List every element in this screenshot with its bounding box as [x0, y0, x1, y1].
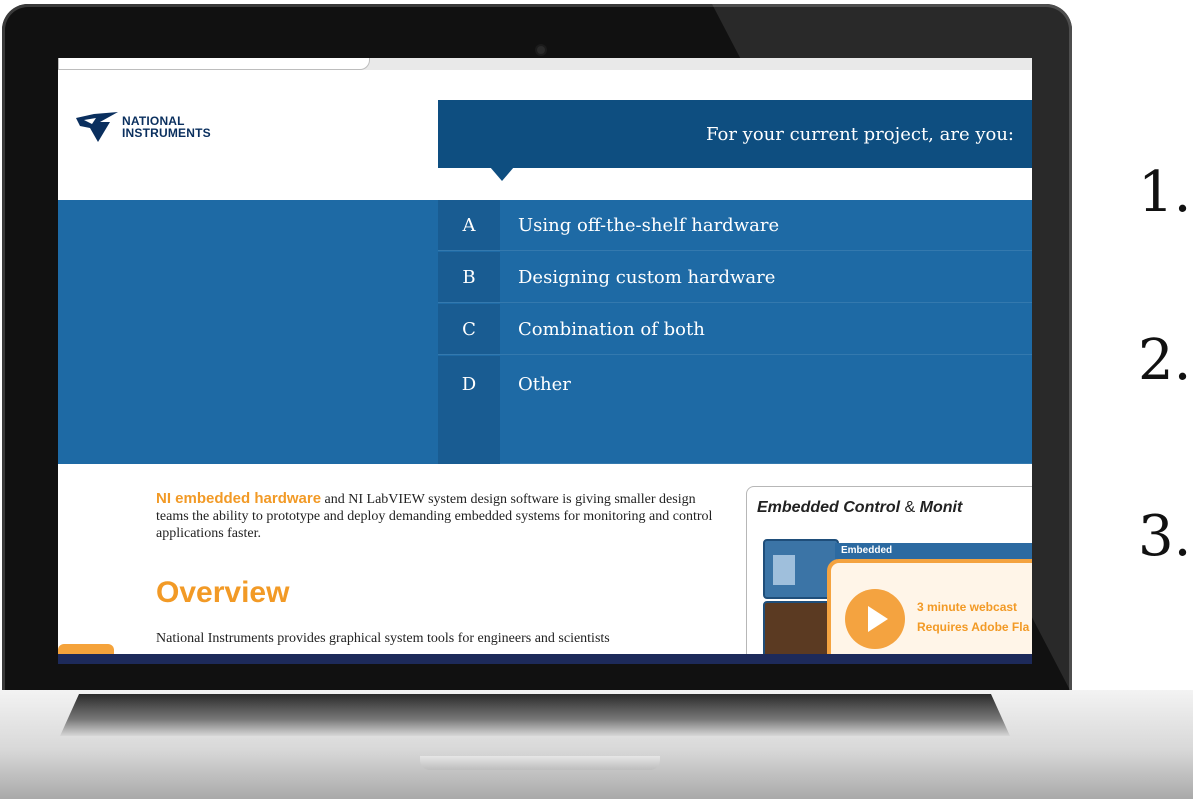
webcast-panel: Embedded Control & Monit Embedded 3 minu… — [746, 486, 1032, 664]
option-b[interactable]: B Designing custom hardware — [438, 252, 1032, 303]
panel-title: Embedded Control & Monit — [757, 499, 962, 517]
question-header: For your current project, are you: — [438, 100, 1032, 168]
overview-text: National Instruments provides graphical … — [156, 631, 610, 646]
browser-tab[interactable] — [58, 58, 370, 70]
option-a[interactable]: A Using off-the-shelf hardware — [438, 200, 1032, 251]
browser-tabstrip — [58, 58, 1032, 70]
intro-paragraph: NI embedded hardware and NI LabVIEW syst… — [156, 490, 728, 542]
number-1: 1. — [1138, 160, 1192, 225]
panel-title-bold-2: Monit — [919, 499, 963, 516]
webcast-duration: 3 minute webcast — [917, 600, 1018, 614]
webcast-requirement: Requires Adobe Fla — [917, 620, 1030, 634]
ni-logo[interactable]: NATIONAL INSTRUMENTS — [76, 112, 211, 142]
laptop-notch — [420, 756, 660, 770]
play-icon[interactable] — [845, 589, 905, 649]
question-pointer — [490, 167, 514, 181]
option-label: Designing custom hardware — [518, 266, 776, 288]
question-title: For your current project, are you: — [705, 124, 1014, 145]
panel-title-bold: Embedded Control — [757, 499, 901, 516]
option-label: Other — [518, 374, 571, 395]
intro-highlight-link[interactable]: NI embedded hardware — [156, 490, 321, 507]
panel-title-amp: & — [900, 499, 920, 516]
option-letter: B — [438, 252, 500, 302]
option-letter: C — [438, 304, 500, 354]
option-label: Using off-the-shelf hardware — [518, 214, 780, 236]
logo-line-2: INSTRUMENTS — [122, 126, 211, 140]
overview-heading: Overview — [156, 576, 290, 609]
eagle-logo-icon — [76, 112, 118, 142]
webcam-icon — [537, 46, 545, 54]
option-letter: D — [438, 356, 500, 464]
device-image — [773, 555, 795, 585]
option-label: Combination of both — [518, 318, 705, 340]
webcast-info: 3 minute webcast Requires Adobe Fla — [917, 597, 1029, 637]
number-2: 2. — [1138, 328, 1192, 393]
laptop-keyboard-edge — [60, 694, 1010, 736]
answer-options: A Using off-the-shelf hardware B Designi… — [438, 200, 1032, 464]
webcast-overlay[interactable]: 3 minute webcast Requires Adobe Fla — [827, 559, 1032, 664]
option-d[interactable]: D Other — [438, 356, 1032, 464]
option-letter: A — [438, 200, 500, 250]
logo-wordmark: NATIONAL INSTRUMENTS — [122, 115, 211, 139]
laptop-screen: NATIONAL INSTRUMENTS For your current pr… — [58, 58, 1032, 664]
number-3: 3. — [1138, 504, 1192, 569]
option-c[interactable]: C Combination of both — [438, 304, 1032, 355]
embedded-label: Embedded — [835, 543, 1032, 559]
footer-bar — [58, 654, 1032, 664]
